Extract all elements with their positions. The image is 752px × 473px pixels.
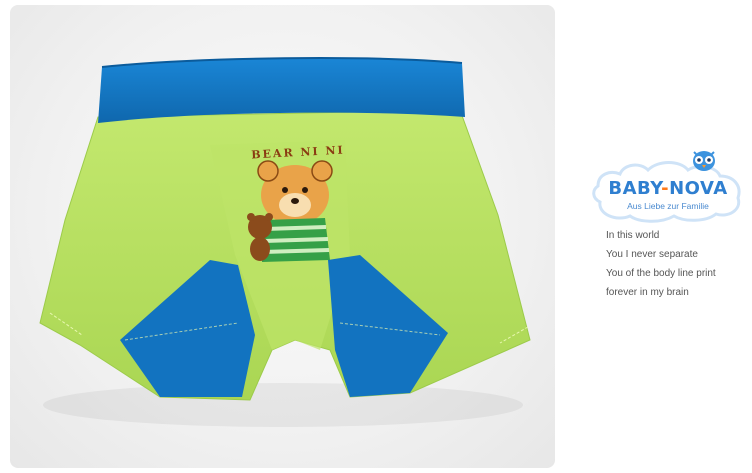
poem-line: In this world (606, 230, 660, 241)
poem-line: forever in my brain (606, 287, 689, 298)
poem-line: You I never separate (606, 249, 698, 260)
brand-separator: - (661, 178, 670, 199)
owl-icon (693, 151, 715, 171)
product-photo: BEAR NI NI (10, 5, 555, 468)
poem-line: You of the body line print (606, 268, 716, 279)
brand-logo: BABY-NOVA Aus Liebe zur Familie (588, 146, 748, 226)
poem-lines: In this world You I never separate You o… (606, 226, 746, 302)
brand-tagline: Aus Liebe zur Familie (627, 201, 709, 211)
boxer-briefs-image (39, 57, 531, 427)
brand-name-part2: NOVA (669, 178, 728, 199)
brand-name: BABY-NOVA (596, 178, 740, 199)
brand-name-part1: BABY (608, 178, 662, 199)
